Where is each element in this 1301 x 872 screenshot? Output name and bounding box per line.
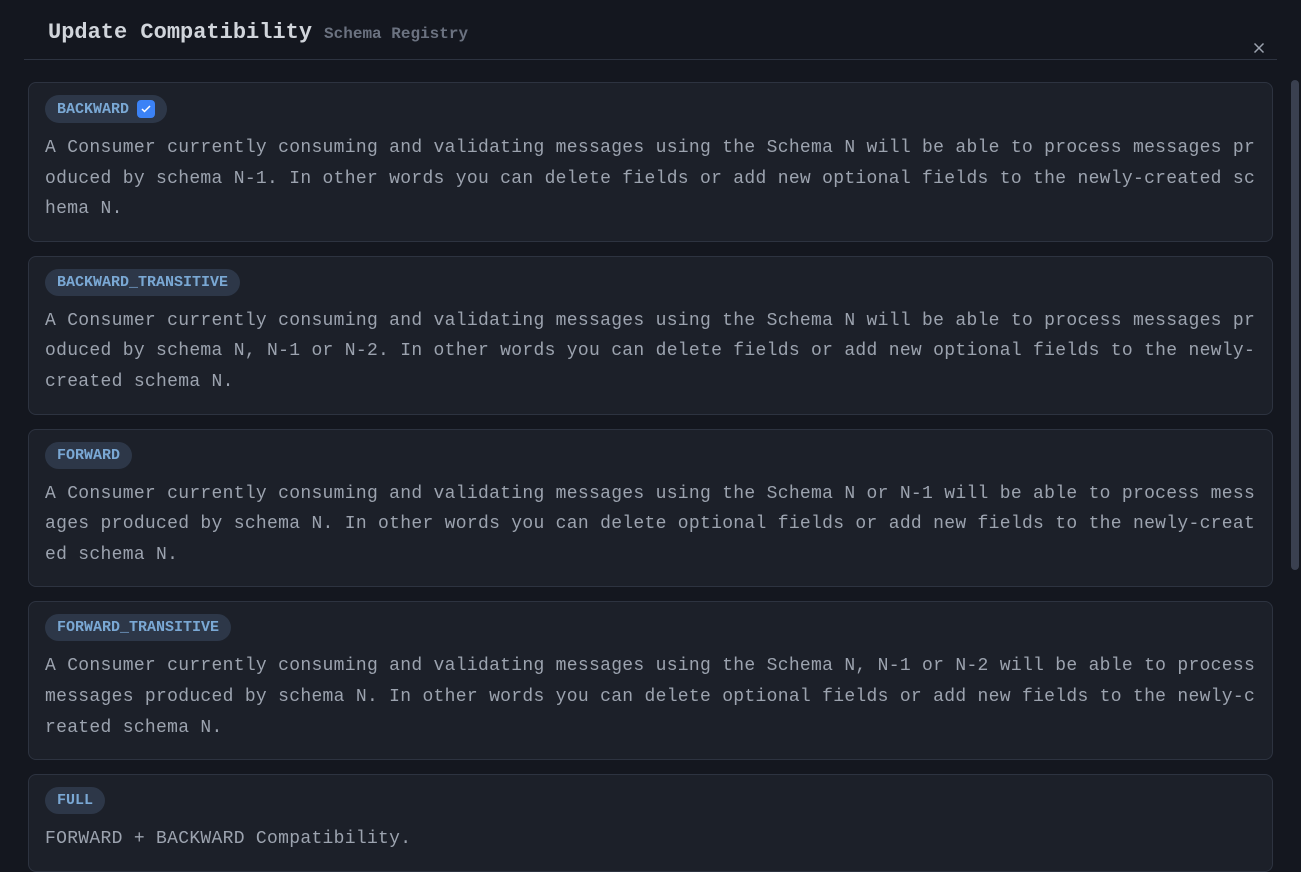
option-label-badge: FORWARD_TRANSITIVE (45, 614, 231, 641)
option-backward[interactable]: BACKWARD A Consumer currently consuming … (28, 82, 1273, 242)
option-description: A Consumer currently consuming and valid… (45, 479, 1256, 571)
option-description: A Consumer currently consuming and valid… (45, 306, 1256, 398)
option-header: BACKWARD_TRANSITIVE (45, 269, 1256, 296)
option-description: FORWARD + BACKWARD Compatibility. (45, 824, 1256, 855)
option-full[interactable]: FULL FORWARD + BACKWARD Compatibility. (28, 774, 1273, 872)
close-icon (1250, 39, 1268, 57)
modal-title: Update Compatibility (48, 20, 312, 45)
modal-subtitle: Schema Registry (324, 25, 468, 43)
option-forward-transitive[interactable]: FORWARD_TRANSITIVE A Consumer currently … (28, 601, 1273, 760)
option-label-text: FULL (57, 792, 93, 809)
option-description: A Consumer currently consuming and valid… (45, 651, 1256, 743)
option-label-text: BACKWARD (57, 101, 129, 118)
option-header: BACKWARD (45, 95, 1256, 123)
option-backward-transitive[interactable]: BACKWARD_TRANSITIVE A Consumer currently… (28, 256, 1273, 415)
selected-check-badge (137, 100, 155, 118)
option-label-text: BACKWARD_TRANSITIVE (57, 274, 228, 291)
option-label-badge: BACKWARD (45, 95, 167, 123)
option-label-badge: BACKWARD_TRANSITIVE (45, 269, 240, 296)
option-label-badge: FULL (45, 787, 105, 814)
option-label-text: FORWARD_TRANSITIVE (57, 619, 219, 636)
option-label-badge: FORWARD (45, 442, 132, 469)
option-header: FULL (45, 787, 1256, 814)
option-label-text: FORWARD (57, 447, 120, 464)
option-header: FORWARD (45, 442, 1256, 469)
option-header: FORWARD_TRANSITIVE (45, 614, 1256, 641)
close-button[interactable] (1247, 36, 1271, 60)
scrollbar[interactable] (1291, 80, 1299, 570)
options-list: BACKWARD A Consumer currently consuming … (0, 60, 1301, 872)
option-description: A Consumer currently consuming and valid… (45, 133, 1256, 225)
modal-header: Update Compatibility Schema Registry (24, 0, 1277, 60)
check-icon (140, 103, 152, 115)
option-forward[interactable]: FORWARD A Consumer currently consuming a… (28, 429, 1273, 588)
